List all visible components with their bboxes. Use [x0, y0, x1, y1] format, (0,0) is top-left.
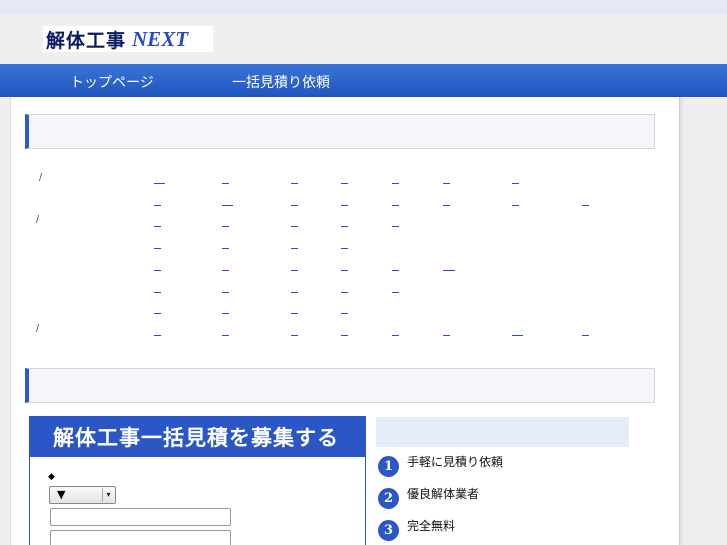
link-underline[interactable]	[341, 292, 348, 293]
link-underline[interactable]	[154, 335, 161, 336]
link-underline[interactable]	[154, 270, 161, 271]
nav-top-page[interactable]: トップページ	[70, 72, 154, 92]
feature-item: 1 手軽に見積り依頼	[378, 455, 504, 477]
feature-label: 手軽に見積り依頼	[407, 455, 504, 469]
link-underline[interactable]	[392, 226, 399, 227]
link-underline[interactable]	[222, 183, 229, 184]
link-underline[interactable]	[291, 313, 298, 314]
section-heading-1	[25, 114, 655, 149]
link-underline[interactable]	[222, 313, 229, 314]
link-underline[interactable]	[291, 183, 298, 184]
link-underline[interactable]	[154, 292, 161, 293]
link-underline[interactable]	[392, 270, 399, 271]
link-underline[interactable]	[512, 335, 523, 336]
feature-label: 完全無料	[407, 519, 456, 533]
list-separator: /	[36, 323, 40, 335]
link-underline[interactable]	[341, 270, 348, 271]
link-underline[interactable]	[443, 205, 450, 206]
feature-item: 2 優良解体業者	[378, 487, 480, 509]
link-underline[interactable]	[341, 313, 348, 314]
text-field-2[interactable]	[50, 530, 231, 545]
link-underline[interactable]	[512, 205, 519, 206]
text-field-1[interactable]	[50, 508, 231, 526]
link-underline[interactable]	[341, 226, 348, 227]
link-underline[interactable]	[291, 226, 298, 227]
link-underline[interactable]	[291, 335, 298, 336]
prefecture-select[interactable]: ▼ ▾	[49, 486, 116, 504]
select-value: ▼	[57, 488, 66, 501]
link-underline[interactable]	[154, 226, 161, 227]
link-underline[interactable]	[291, 205, 298, 206]
link-underline[interactable]	[154, 183, 165, 184]
site-logo[interactable]: 解体工事 NEXT	[43, 26, 213, 52]
top-strip	[0, 0, 727, 14]
link-underline[interactable]	[443, 335, 450, 336]
link-underline[interactable]	[154, 248, 161, 249]
feature-label: 優良解体業者	[407, 487, 480, 501]
link-underline[interactable]	[443, 183, 450, 184]
main-nav: トップページ 一括見積り依頼	[0, 64, 727, 97]
logo-text-jp: 解体工事	[46, 29, 127, 52]
link-underline[interactable]	[392, 292, 399, 293]
link-underline[interactable]	[512, 183, 519, 184]
link-underline[interactable]	[443, 270, 455, 271]
link-underline[interactable]	[291, 270, 298, 271]
diamond-icon: ◆	[48, 472, 55, 482]
link-underline[interactable]	[222, 270, 229, 271]
link-underline[interactable]	[392, 205, 399, 206]
link-underline[interactable]	[222, 335, 229, 336]
estimate-form-panel: 解体工事一括見積を募集する ◆ ▼ ▾	[29, 416, 366, 545]
link-underline[interactable]	[222, 248, 229, 249]
form-panel-title: 解体工事一括見積を募集する	[30, 417, 365, 457]
link-underline[interactable]	[154, 313, 161, 314]
link-underline[interactable]	[392, 335, 399, 336]
number-1-icon: 1	[378, 456, 399, 477]
nav-bulk-estimate[interactable]: 一括見積り依頼	[232, 72, 330, 92]
link-underline[interactable]	[341, 183, 348, 184]
link-underline[interactable]	[291, 292, 298, 293]
link-underline[interactable]	[582, 205, 589, 206]
number-2-icon: 2	[378, 488, 399, 509]
link-underline[interactable]	[341, 248, 348, 249]
link-underline[interactable]	[222, 292, 229, 293]
link-underline[interactable]	[392, 183, 399, 184]
link-underline[interactable]	[341, 205, 348, 206]
link-underline[interactable]	[582, 335, 589, 336]
list-separator: /	[39, 172, 43, 184]
list-separator: /	[36, 214, 40, 226]
link-underline[interactable]	[291, 248, 298, 249]
feature-item: 3 完全無料	[378, 519, 456, 541]
section-heading-2	[25, 368, 655, 403]
logo-text-en: NEXT	[132, 26, 189, 51]
link-underline[interactable]	[154, 205, 161, 206]
link-underline[interactable]	[222, 205, 233, 206]
link-underline[interactable]	[341, 335, 348, 336]
link-underline[interactable]	[222, 226, 229, 227]
features-header	[376, 417, 629, 447]
number-3-icon: 3	[378, 520, 399, 541]
chevron-down-icon[interactable]: ▾	[102, 488, 114, 502]
